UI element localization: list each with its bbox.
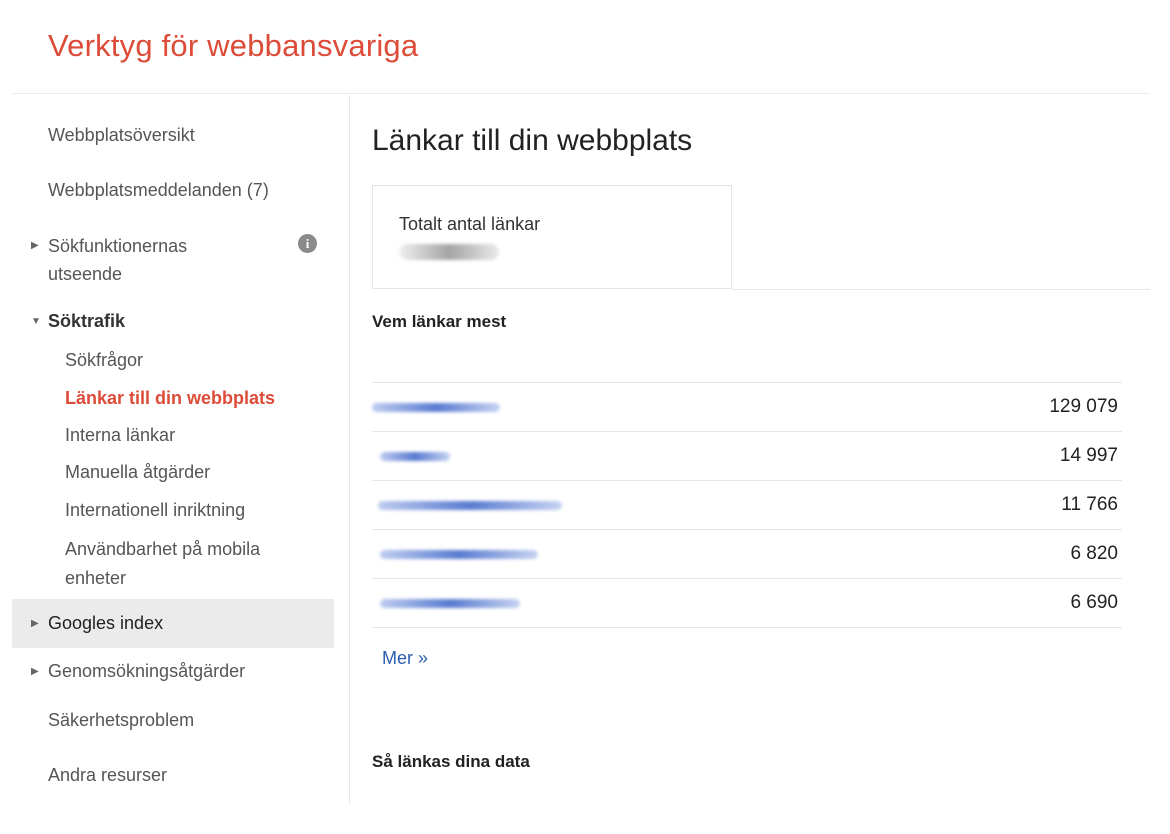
info-icon[interactable]: i <box>298 234 317 253</box>
total-links-label: Totalt antal länkar <box>399 214 541 234</box>
card-divider <box>732 289 1150 290</box>
sidebar-item-label-line2: utseende <box>48 264 123 284</box>
sidebar-item-other-resources[interactable]: Andra resurser <box>12 762 334 789</box>
top-linkers-heading: Vem länkar mest <box>372 312 507 331</box>
sidebar-item-google-index[interactable]: ▶ Googles index <box>12 599 334 648</box>
sidebar-item-links-to-site[interactable]: Länkar till din webbplats <box>12 385 334 412</box>
header-divider <box>12 93 1150 94</box>
sidebar-item-label: Andra resurser <box>48 765 168 785</box>
sidebar-item-search-traffic[interactable]: ▼ Söktrafik <box>12 308 334 335</box>
sidebar-item-label: Sökfrågor <box>65 350 144 370</box>
triangle-right-icon: ▶ <box>31 618 39 629</box>
triangle-down-icon: ▼ <box>31 316 41 327</box>
sidebar-item-label: Säkerhetsproblem <box>48 710 195 730</box>
link-count: 14 997 <box>1059 445 1118 466</box>
sidebar-item-mobile-usability[interactable]: Användbarhet på mobila enheter <box>12 535 334 593</box>
sidebar-item-label: Internationell inriktning <box>65 500 246 520</box>
sidebar-item-site-dashboard[interactable]: Webbplatsöversikt <box>12 122 334 149</box>
top-linkers-table: 129 079 14 997 11 766 6 820 6 690 <box>372 382 1122 628</box>
sidebar-item-international-targeting[interactable]: Internationell inriktning <box>12 497 334 524</box>
sidebar-item-label: Manuella åtgärder <box>65 462 211 482</box>
sidebar-item-label: Googles index <box>48 613 164 633</box>
table-row[interactable]: 6 820 <box>372 529 1122 578</box>
domain-redacted[interactable] <box>380 599 520 608</box>
sidebar-item-label-line2: enheter <box>65 568 127 588</box>
link-count: 6 820 <box>1070 543 1118 564</box>
sidebar-item-label: Sökfunktionernas <box>48 236 188 256</box>
table-row[interactable]: 129 079 <box>372 382 1122 431</box>
more-link[interactable]: Mer » <box>382 648 428 669</box>
sidebar-item-crawl[interactable]: ▶ Genomsökningsåtgärder <box>12 658 334 685</box>
table-row[interactable]: 14 997 <box>372 431 1122 480</box>
link-count: 11 766 <box>1061 494 1118 515</box>
link-count: 6 690 <box>1070 592 1118 613</box>
sidebar-divider <box>349 95 350 805</box>
sidebar-item-manual-actions[interactable]: Manuella åtgärder <box>12 459 334 486</box>
domain-redacted[interactable] <box>372 403 500 412</box>
domain-redacted[interactable] <box>380 550 538 559</box>
sidebar-item-label: Genomsökningsåtgärder <box>48 661 246 681</box>
sidebar-item-label: Webbplatsmeddelanden (7) <box>48 180 269 200</box>
app-title: Verktyg för webbansvariga <box>48 28 419 63</box>
sidebar-item-label: Söktrafik <box>48 311 126 331</box>
domain-redacted[interactable] <box>380 452 450 461</box>
sidebar-item-site-messages[interactable]: Webbplatsmeddelanden (7) <box>12 177 334 204</box>
link-count: 129 079 <box>1049 396 1118 417</box>
sidebar-item-internal-links[interactable]: Interna länkar <box>12 422 334 449</box>
triangle-right-icon: ▶ <box>31 240 39 251</box>
data-linking-heading: Så länkas dina data <box>372 752 530 771</box>
domain-redacted[interactable] <box>378 501 562 510</box>
sidebar-item-label: Webbplatsöversikt <box>48 125 195 145</box>
sidebar-item-search-queries[interactable]: Sökfrågor <box>12 347 334 374</box>
triangle-right-icon: ▶ <box>31 666 39 677</box>
sidebar-item-search-appearance[interactable]: ▶ Sökfunktionernas utseende i <box>12 232 334 288</box>
total-links-card: Totalt antal länkar <box>372 185 732 289</box>
sidebar-item-label: Användbarhet på mobila <box>65 539 261 559</box>
sidebar-item-security-issues[interactable]: Säkerhetsproblem <box>12 707 334 734</box>
table-row[interactable]: 6 690 <box>372 578 1122 628</box>
total-links-value-redacted <box>399 244 499 260</box>
page-title: Länkar till din webbplats <box>372 124 693 157</box>
sidebar-item-label: Länkar till din webbplats <box>65 388 276 408</box>
table-row[interactable]: 11 766 <box>372 480 1122 529</box>
sidebar-item-label: Interna länkar <box>65 425 176 445</box>
